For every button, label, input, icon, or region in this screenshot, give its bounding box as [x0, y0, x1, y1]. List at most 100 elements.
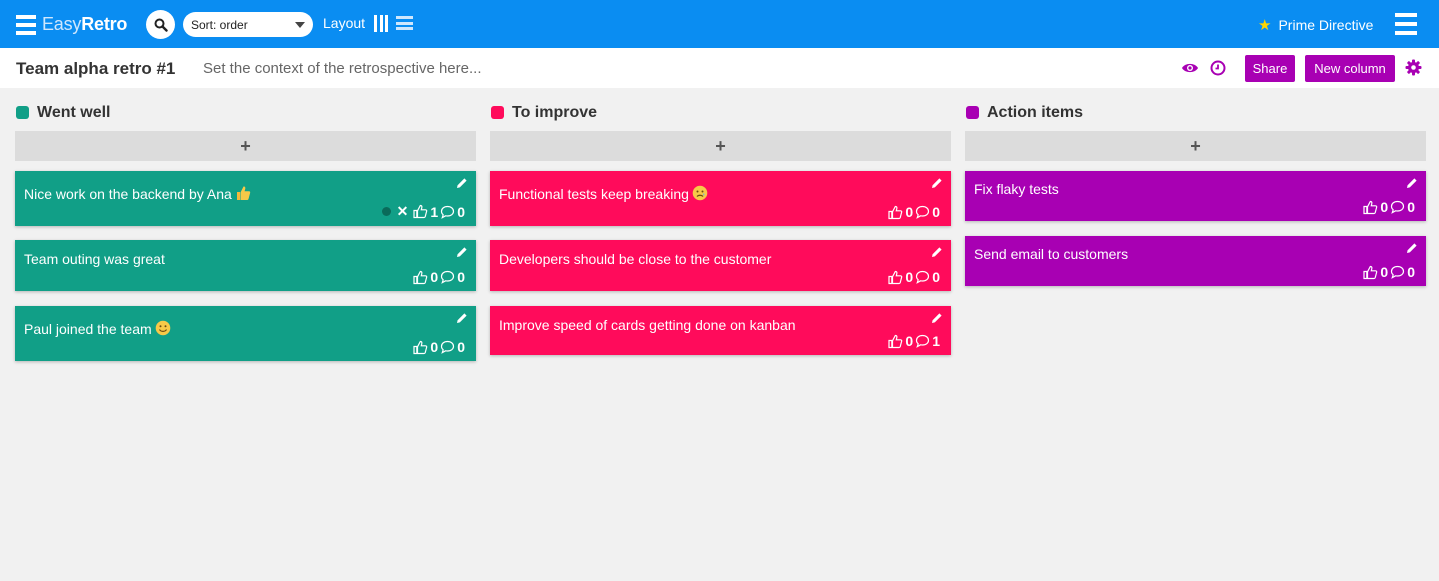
share-button[interactable]: Share: [1245, 55, 1295, 82]
card[interactable]: Developers should be close to the custom…: [490, 240, 951, 291]
card[interactable]: Nice work on the backend by Ana ✕ 1 0: [15, 171, 476, 226]
comment-icon[interactable]: [440, 270, 455, 284]
edit-pencil-icon[interactable]: [456, 177, 468, 189]
like-count: 1: [430, 203, 439, 220]
card-text[interactable]: Nice work on the backend by Ana: [24, 185, 251, 202]
card-text[interactable]: Improve speed of cards getting done on k…: [499, 317, 796, 333]
sort-select[interactable]: Sort: order: [183, 12, 313, 37]
comment-count: 0: [457, 269, 465, 285]
prime-directive-link[interactable]: ★ Prime Directive: [1258, 16, 1373, 34]
card-footer: 0 0: [1363, 199, 1417, 215]
card-text[interactable]: Developers should be close to the custom…: [499, 251, 771, 267]
card-text-label: Nice work on the backend by Ana: [24, 186, 232, 202]
column-color-dot: [16, 106, 29, 119]
card[interactable]: Functional tests keep breaking 0 0: [490, 171, 951, 226]
logo-text: EasyRetro: [42, 14, 127, 35]
comment-count: 0: [932, 269, 940, 285]
thumbs-up-emoji-icon: [236, 186, 250, 200]
thumbs-up-icon[interactable]: [888, 270, 903, 285]
smile-emoji-icon: [155, 320, 170, 336]
thumbs-up-icon[interactable]: [888, 334, 903, 349]
card[interactable]: Paul joined the team 0 0: [15, 306, 476, 361]
card-text[interactable]: Send email to customers: [974, 246, 1128, 262]
card[interactable]: Send email to customers 0 0: [965, 236, 1426, 286]
thumbs-up-icon[interactable]: [413, 340, 428, 355]
comment-icon[interactable]: [1390, 265, 1405, 279]
card-text[interactable]: Fix flaky tests: [974, 181, 1059, 197]
rows-layout-icon[interactable]: [396, 16, 413, 30]
add-card-button[interactable]: +: [490, 131, 951, 161]
comment-count: 0: [1407, 264, 1415, 280]
column-header: Went well: [15, 96, 476, 129]
card[interactable]: Fix flaky tests 0 0: [965, 171, 1426, 221]
card-footer: ✕ 1 0: [381, 203, 467, 220]
thumbs-up-icon[interactable]: [1363, 265, 1378, 280]
menu-icon[interactable]: [1395, 13, 1417, 35]
logo-text-bold: Retro: [81, 14, 128, 34]
board-title[interactable]: Team alpha retro #1: [16, 59, 175, 79]
logo-text-light: Easy: [42, 14, 82, 34]
like-count: 0: [430, 269, 439, 285]
comment-icon[interactable]: [440, 340, 455, 354]
thumbs-up-icon[interactable]: [1363, 200, 1378, 215]
comment-icon[interactable]: [915, 270, 930, 284]
like-count: 0: [1380, 264, 1389, 280]
gear-icon[interactable]: [1405, 59, 1422, 76]
edit-pencil-icon[interactable]: [931, 177, 943, 189]
like-count: 0: [430, 339, 439, 355]
column-header: Action items: [965, 96, 1426, 129]
column-header: To improve: [490, 96, 951, 129]
card-footer: 0 1: [888, 333, 942, 349]
edit-pencil-icon[interactable]: [1406, 242, 1418, 254]
add-card-button[interactable]: +: [15, 131, 476, 161]
column-title[interactable]: To improve: [512, 104, 597, 122]
column-color-dot: [491, 106, 504, 119]
edit-pencil-icon[interactable]: [931, 246, 943, 258]
status-dot: [381, 207, 391, 216]
card[interactable]: Team outing was great 0 0: [15, 240, 476, 291]
top-bar: EasyRetro Sort: order Layout ★ Prime Dir…: [0, 0, 1439, 48]
card-text[interactable]: Team outing was great: [24, 251, 165, 267]
star-icon: ★: [1258, 17, 1272, 34]
column-title[interactable]: Action items: [987, 104, 1083, 122]
column-went-well: Went well + Nice work on the backend by …: [15, 96, 476, 361]
card-text[interactable]: Paul joined the team: [24, 320, 171, 337]
comment-icon[interactable]: [915, 205, 930, 219]
comment-icon[interactable]: [915, 334, 930, 348]
layout-label: Layout: [323, 15, 366, 31]
card[interactable]: Improve speed of cards getting done on k…: [490, 306, 951, 355]
edit-pencil-icon[interactable]: [456, 246, 468, 258]
column-action-items: Action items + Fix flaky tests 0 0 Send …: [965, 96, 1426, 286]
card-footer: 0 0: [1363, 264, 1417, 280]
comment-count: 1: [932, 333, 940, 349]
eye-icon[interactable]: [1181, 62, 1199, 74]
clock-icon[interactable]: [1210, 60, 1226, 76]
edit-pencil-icon[interactable]: [456, 312, 468, 324]
thumbs-up-icon[interactable]: [413, 270, 428, 285]
board-context[interactable]: Set the context of the retrospective her…: [203, 60, 482, 77]
comment-icon[interactable]: [440, 205, 455, 219]
search-button[interactable]: [146, 10, 175, 39]
like-count: 0: [905, 204, 914, 220]
easyretro-logo[interactable]: EasyRetro: [16, 14, 127, 35]
comment-icon[interactable]: [1390, 200, 1405, 214]
like-count: 0: [905, 269, 914, 285]
columns-layout-icon[interactable]: [374, 15, 388, 32]
edit-pencil-icon[interactable]: [931, 312, 943, 324]
prime-directive-label: Prime Directive: [1278, 17, 1374, 33]
thumbs-up-icon[interactable]: [888, 205, 903, 220]
card-text[interactable]: Functional tests keep breaking: [499, 185, 708, 202]
column-to-improve: To improve + Functional tests keep break…: [490, 96, 951, 355]
chevron-down-icon: [295, 22, 305, 28]
thumbs-up-icon[interactable]: [413, 204, 428, 219]
edit-pencil-icon[interactable]: [1406, 177, 1418, 189]
card-footer: 0 0: [888, 269, 942, 285]
comment-count: 0: [457, 339, 465, 355]
comment-count: 0: [457, 203, 465, 220]
close-icon[interactable]: ✕: [397, 203, 409, 220]
new-column-button[interactable]: New column: [1305, 55, 1395, 82]
card-footer: 0 0: [888, 204, 942, 220]
column-title[interactable]: Went well: [37, 104, 111, 122]
add-card-button[interactable]: +: [965, 131, 1426, 161]
sad-emoji-icon: [692, 185, 708, 201]
